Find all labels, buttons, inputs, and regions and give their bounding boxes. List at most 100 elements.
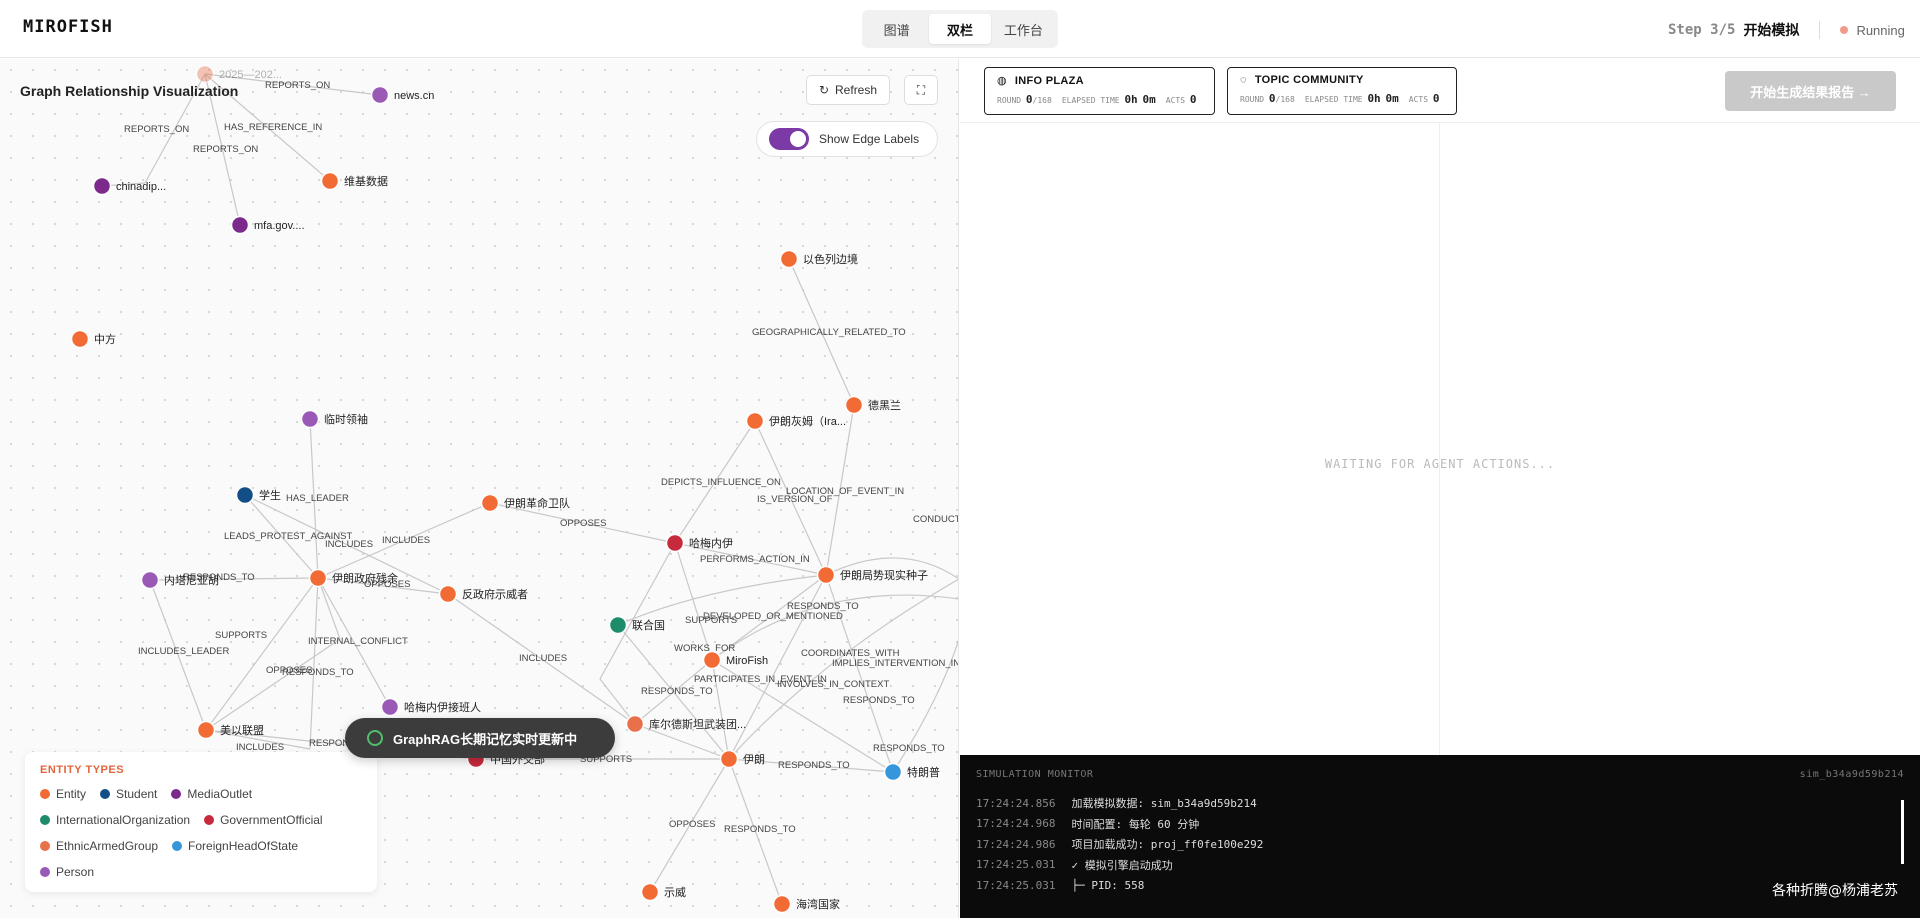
graph-node[interactable]: 特朗普 (883, 762, 941, 782)
graph-node[interactable]: 美以联盟 (196, 720, 265, 740)
legend-item: Student (100, 786, 157, 802)
legend-label: Student (116, 787, 158, 801)
info-plaza-card[interactable]: ◍ INFO PLAZA ROUND 0/168 ELAPSED TIME 0h … (984, 67, 1215, 115)
legend-label: MediaOutlet (187, 787, 253, 801)
graph-node-dot[interactable] (745, 411, 765, 431)
graph-node-dot[interactable] (816, 565, 836, 585)
log-timestamp: 17:24:25.031 (976, 858, 1056, 872)
graph-node-dot[interactable] (640, 882, 660, 902)
graph-node-dot[interactable] (779, 249, 799, 269)
edge-label: HAS_LEADER (286, 493, 349, 504)
graph-node[interactable]: 内塔尼亚胡 (140, 570, 220, 590)
legend-dot-icon (40, 789, 50, 799)
graph-node[interactable]: 海湾国家 (772, 894, 841, 914)
graph-node-dot[interactable] (608, 615, 628, 635)
tab-graph[interactable]: 图谱 (866, 14, 927, 44)
edge-label: REPORTS_ON (265, 80, 330, 91)
graph-node[interactable]: 中方 (70, 329, 117, 349)
graph-node-dot[interactable] (719, 749, 739, 769)
graph-node[interactable]: 维基数据 (320, 171, 389, 191)
legend-item: Entity (40, 786, 86, 802)
graph-node-dot[interactable] (195, 64, 215, 84)
generate-report-button[interactable]: 开始生成结果报告 → (1725, 71, 1896, 111)
monitor-header: SIMULATION MONITOR sim_b34a9d59b214 (960, 755, 1920, 793)
edge-label-toggle[interactable]: Show Edge Labels (756, 121, 938, 157)
graph-node[interactable]: 库尔德斯坦武装团... (625, 714, 747, 734)
graphrag-toast: GraphRAG长期记忆实时更新中 (345, 718, 615, 758)
graph-node[interactable]: 2025—202... (195, 64, 283, 84)
graph-node-dot[interactable] (300, 409, 320, 429)
graph-node-dot[interactable] (308, 568, 328, 588)
topic-community-card[interactable]: ◌ TOPIC COMMUNITY ROUND 0/168 ELAPSED TIM… (1227, 67, 1457, 115)
graph-node-dot[interactable] (235, 485, 255, 505)
legend-dot-icon (204, 815, 215, 825)
graph-node-dot[interactable] (625, 714, 645, 734)
graph-node[interactable]: 伊朗政府残余 (308, 568, 399, 588)
graph-node-dot[interactable] (665, 533, 685, 553)
graph-node-dot[interactable] (70, 329, 90, 349)
graph-node-label: 联合国 (632, 618, 665, 632)
graph-node-dot[interactable] (844, 395, 864, 415)
graph-node[interactable]: 临时领袖 (300, 409, 369, 429)
graph-node[interactable]: 反政府示威者 (438, 584, 529, 604)
graph-node-dot[interactable] (380, 697, 400, 717)
graph-node[interactable]: 哈梅内伊接班人 (380, 697, 482, 717)
edge-label: CONDUCT (913, 514, 959, 525)
graph-node-dot[interactable] (92, 176, 112, 196)
graph-node[interactable]: MiroFish (702, 650, 769, 670)
graph-node[interactable]: mfa.gov.... (230, 215, 305, 235)
graph-node-dot[interactable] (772, 894, 792, 914)
log-message: 时间配置: 每轮 60 分钟 (1071, 817, 1200, 831)
legend-dot-icon (40, 867, 50, 877)
tab-split[interactable]: 双栏 (929, 14, 991, 44)
graph-node[interactable]: 伊朗局势现实种子 (816, 565, 929, 585)
graph-node[interactable]: 伊朗灰姆（Ira... (745, 411, 847, 431)
refresh-button[interactable]: ↻ Refresh (806, 75, 890, 105)
edge-label: RESPONDS_TO (724, 824, 796, 835)
graph-node-dot[interactable] (480, 493, 500, 513)
refresh-icon: ↻ (818, 83, 830, 97)
graph-node-dot[interactable] (140, 570, 160, 590)
graph-node[interactable]: 示威 (640, 882, 687, 902)
graph-node-dot[interactable] (196, 720, 216, 740)
graph-node-dot[interactable] (883, 762, 903, 782)
graph-node[interactable]: chinadip... (92, 176, 167, 196)
graph-node-dot[interactable] (438, 584, 458, 604)
brain-icon (367, 730, 383, 746)
tab-workbench[interactable]: 工作台 (993, 14, 1054, 44)
edge-label: INVOLVES_IN_CONTEXT (777, 679, 889, 690)
elapsed-label: ELAPSED TIME (1061, 96, 1120, 105)
graph-node[interactable]: 德黑兰 (844, 395, 902, 415)
divider (1819, 21, 1821, 39)
graph-node-label: 示威 (664, 886, 686, 899)
scrollbar[interactable] (1901, 800, 1904, 864)
graph-node-dot[interactable] (230, 215, 250, 235)
graph-node[interactable]: 伊朗 (719, 749, 766, 769)
toggle-switch[interactable] (769, 128, 809, 150)
acts-label: ACTS (1408, 95, 1429, 104)
edge-label: WORKS_FOR (674, 643, 735, 654)
graph-node-label: news.cn (394, 90, 434, 102)
legend-item: GovernmentOfficial (204, 812, 323, 828)
round-value: 0 (1025, 93, 1033, 106)
graph-node[interactable]: 学生 (235, 485, 282, 505)
graph-node[interactable]: 以色列边境 (779, 249, 859, 269)
graph-node[interactable]: news.cn (370, 85, 435, 105)
edge-label: DEVELOPED_OR_MENTIONED (703, 611, 843, 622)
fullscreen-button[interactable]: ⛶ (904, 75, 938, 105)
edge-label: HAS_REFERENCE_IN (224, 122, 322, 133)
graph-node[interactable]: 伊朗革命卫队 (480, 493, 571, 513)
info-plaza-title: INFO PLAZA (1014, 74, 1084, 87)
graph-node-label: 伊朗灰姆（Ira... (769, 414, 846, 428)
graph-node-dot[interactable] (370, 85, 390, 105)
graph-node-dot[interactable] (320, 171, 340, 191)
graph-node[interactable]: 联合国 (608, 615, 666, 635)
brand-logo[interactable]: MIROFISH (23, 17, 113, 37)
graph-node[interactable]: 哈梅内伊 (665, 533, 734, 553)
acts-value: 0 (1189, 93, 1197, 106)
graph-panel[interactable]: REPORTS_ON REPORTS_ON HAS_REFERENCE_IN R… (0, 59, 959, 918)
graph-node-label: 临时领袖 (324, 412, 368, 426)
graph-node-label: 海湾国家 (796, 897, 840, 911)
simulation-monitor[interactable]: SIMULATION MONITOR sim_b34a9d59b214 17:2… (960, 755, 1920, 918)
graph-node-dot[interactable] (702, 650, 722, 670)
